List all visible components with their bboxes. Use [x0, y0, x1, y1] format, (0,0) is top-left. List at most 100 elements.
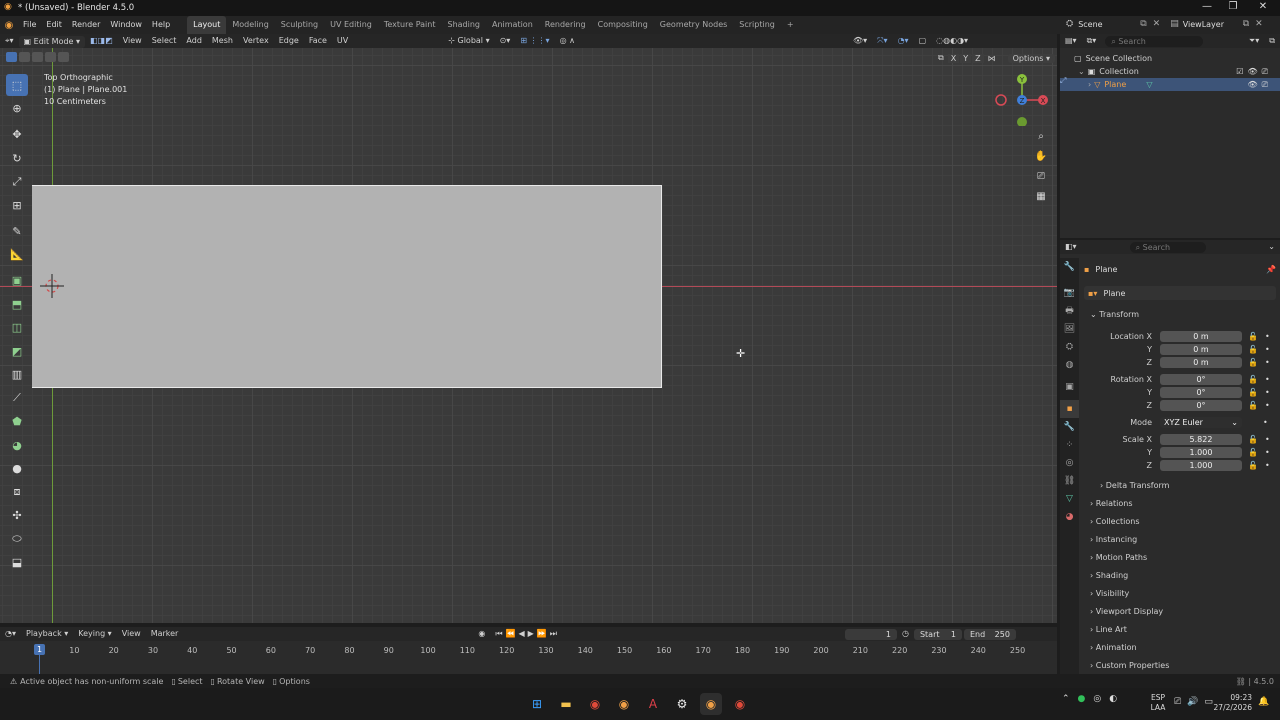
filter-icon[interactable]: ⏷▾ — [1244, 34, 1264, 48]
app-icon[interactable]: ◉ — [729, 693, 751, 715]
editor-type-icon[interactable]: ⌖▾ — [0, 34, 19, 48]
lock-icon[interactable]: 🔓 — [1248, 448, 1258, 457]
settings-icon[interactable]: ⚙ — [671, 693, 693, 715]
keyframe-dot-icon[interactable]: • — [1265, 435, 1270, 444]
shading-modes-icon[interactable]: ◌◍◐◑▾ — [931, 34, 973, 48]
timeline-view-menu[interactable]: View — [117, 627, 146, 641]
display-mode-icon[interactable]: ⧉▾ — [1082, 34, 1102, 48]
menu-mesh[interactable]: Mesh — [207, 34, 238, 48]
outliner-item-scene-collection[interactable]: ▢ Scene Collection — [1060, 52, 1280, 65]
lock-icon[interactable]: 🔓 — [1248, 401, 1258, 410]
rotation-y-field[interactable]: 0° — [1160, 387, 1242, 398]
menu-help[interactable]: Help — [147, 16, 175, 34]
add-cube-tool-icon[interactable]: ▣ — [6, 270, 28, 292]
tab-sculpting[interactable]: Sculpting — [275, 16, 324, 34]
tab-uv-editing[interactable]: UV Editing — [324, 16, 378, 34]
axis-z-toggle[interactable]: Z — [972, 53, 984, 63]
properties-search-input[interactable]: ⌕ Search — [1129, 241, 1206, 253]
axis-x-toggle[interactable]: X — [947, 53, 960, 63]
scale-x-field[interactable]: 5.822 — [1160, 434, 1242, 445]
new-scene-icon[interactable]: ⧉ — [1140, 19, 1146, 29]
grid-view-icon[interactable]: ▦ — [1033, 189, 1049, 205]
chevron-right-icon[interactable]: › — [1088, 78, 1091, 91]
timeline-area[interactable]: 10 20 30 40 50 60 70 80 90 100 110 120 130 140 150 160 1… — [0, 641, 1057, 674]
acrobat-icon[interactable]: A — [642, 693, 664, 715]
bevel-tool-icon[interactable]: ◩ — [6, 340, 28, 362]
view-layer-tab-icon[interactable]: 🖼 — [1060, 320, 1079, 338]
snap-icon[interactable]: ⊞ ⋮⋮▾ — [515, 34, 554, 48]
menu-edge[interactable]: Edge — [274, 34, 304, 48]
section-relations[interactable]: › Relations — [1090, 495, 1270, 513]
section-animation[interactable]: › Animation — [1090, 639, 1270, 657]
tray-app2-icon[interactable]: ◐ — [1109, 694, 1117, 704]
select-extend-icon[interactable] — [19, 52, 30, 62]
lock-icon[interactable]: 🔓 — [1248, 332, 1258, 341]
chrome-icon[interactable]: ◉ — [584, 693, 606, 715]
keyframe-dot-icon[interactable]: • — [1265, 358, 1270, 367]
scene-name[interactable]: Scene — [1078, 20, 1140, 29]
location-z-field[interactable]: 0 m — [1160, 357, 1242, 368]
plane-visibility-icons[interactable]: 👁⎚ — [1247, 78, 1272, 91]
playback-menu[interactable]: Playback ▾ — [21, 627, 73, 641]
outliner-item-plane[interactable]: › ▽ Plane ▽ 👁⎚ — [1060, 78, 1280, 91]
location-y-field[interactable]: 0 m — [1160, 344, 1242, 355]
blender-menu-icon[interactable]: ◉ — [0, 20, 18, 31]
menu-view[interactable]: View — [118, 34, 147, 48]
keyframe-dot-icon[interactable]: • — [1263, 418, 1268, 427]
proportional-edit-icon[interactable]: ◎ ∧ — [555, 34, 580, 48]
annotate-tool-icon[interactable]: ✎ — [6, 220, 28, 242]
measure-tool-icon[interactable]: 📐 — [6, 244, 28, 266]
outliner-editor-icon[interactable]: ▤▾ — [1060, 34, 1082, 48]
lock-icon[interactable]: 🔓 — [1248, 345, 1258, 354]
material-tab-icon[interactable]: ◕ — [1060, 508, 1079, 526]
marker-menu[interactable]: Marker — [146, 627, 184, 641]
maximize-button[interactable]: ❐ — [1220, 1, 1246, 12]
end-frame-field[interactable]: End 250 — [963, 628, 1016, 640]
select-invert-icon[interactable] — [45, 52, 56, 62]
new-view-layer-icon[interactable]: ⧉ — [1243, 19, 1249, 29]
tab-texture-paint[interactable]: Texture Paint — [378, 16, 442, 34]
section-shading[interactable]: › Shading — [1090, 567, 1270, 585]
physics-tab-icon[interactable]: ◎ — [1060, 454, 1079, 472]
section-custom-properties[interactable]: › Custom Properties — [1090, 657, 1270, 675]
world-tab-icon[interactable]: ◍ — [1060, 356, 1079, 374]
notification-bell-icon[interactable]: 🔔 — [1258, 697, 1269, 707]
navigation-gizmo[interactable]: Y X Z — [994, 74, 1050, 126]
select-mode-icons[interactable]: ◧◨◩ — [85, 34, 118, 48]
pin-icon[interactable]: 📌 — [1266, 265, 1276, 274]
section-line-art[interactable]: › Line Art — [1090, 621, 1270, 639]
pan-hand-icon[interactable]: ✋ — [1033, 149, 1049, 165]
keying-menu[interactable]: Keying ▾ — [73, 627, 116, 641]
menu-file[interactable]: File — [18, 16, 41, 34]
render-tab-icon[interactable]: 📷 — [1060, 284, 1079, 302]
camera-icon[interactable]: ⎚ — [1033, 169, 1049, 185]
keyframe-dot-icon[interactable]: • — [1265, 332, 1270, 341]
inset-tool-icon[interactable]: ◫ — [6, 317, 28, 339]
menu-uv[interactable]: UV — [332, 34, 353, 48]
section-instancing[interactable]: › Instancing — [1090, 531, 1270, 549]
record-icon[interactable]: ◉ — [473, 627, 490, 641]
knife-tool-icon[interactable]: ⟋ — [6, 387, 28, 409]
keyframe-dot-icon[interactable]: • — [1265, 345, 1270, 354]
rotation-z-field[interactable]: 0° — [1160, 400, 1242, 411]
file-explorer-icon[interactable]: ▬ — [555, 693, 577, 715]
loop-cut-tool-icon[interactable]: ▥ — [6, 364, 28, 386]
constraints-tab-icon[interactable]: ⛓ — [1060, 472, 1079, 490]
shrink-fatten-tool-icon[interactable]: ✣ — [6, 505, 28, 527]
object-name[interactable]: Plane — [1095, 265, 1117, 274]
menu-render[interactable]: Render — [67, 16, 105, 34]
transform-tool-icon[interactable]: ⊞ — [6, 194, 28, 216]
section-collections[interactable]: › Collections — [1090, 513, 1270, 531]
smooth-tool-icon[interactable]: ● — [6, 458, 28, 480]
edge-slide-tool-icon[interactable]: ⧈ — [6, 481, 28, 503]
volume-icon[interactable]: 🔊 — [1187, 697, 1198, 707]
remove-scene-icon[interactable]: ✕ — [1153, 19, 1161, 29]
rotation-mode-dropdown[interactable]: XYZ Euler ⌄ — [1160, 417, 1242, 428]
particles-tab-icon[interactable]: ⁘ — [1060, 436, 1079, 454]
orientation-dropdown[interactable]: ⊹ Global ▾ — [443, 34, 494, 48]
outliner-item-collection[interactable]: ⌄ ▣ Collection ☑👁⎚ — [1060, 65, 1280, 78]
add-workspace-button[interactable]: + — [781, 16, 800, 34]
options-dropdown[interactable]: Options ▾ — [1007, 53, 1056, 63]
start-menu-icon[interactable]: ⊞ — [526, 693, 548, 715]
auto-merge-icon[interactable]: ⋈ — [988, 54, 996, 63]
